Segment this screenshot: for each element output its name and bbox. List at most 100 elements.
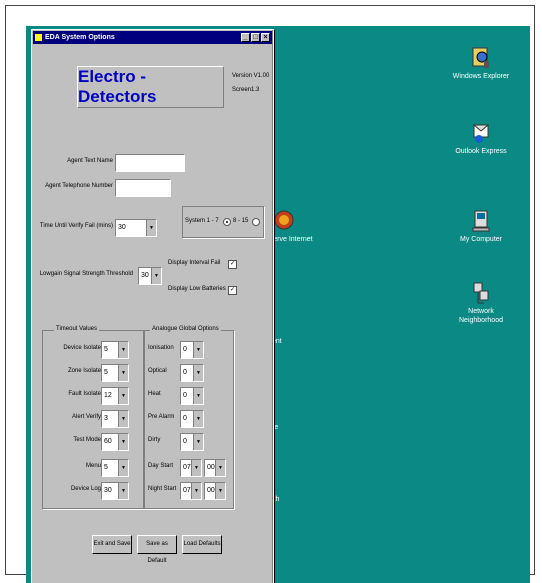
timeout-select[interactable]: 5 ▼ — [101, 459, 129, 477]
agent-telephone-label: Agent Telephone Number — [45, 183, 113, 189]
timeout-label: Test Mode — [73, 437, 101, 443]
timeout-select[interactable]: 3 ▼ — [101, 410, 129, 428]
timeout-select[interactable]: 12 ▼ — [101, 387, 129, 405]
timeout-select[interactable]: 30 ▼ — [101, 482, 129, 500]
timeout-select[interactable]: 60 ▼ — [101, 433, 129, 451]
exit-save-button[interactable]: Exit and Save — [92, 535, 132, 554]
analogue-label: Heat — [148, 391, 161, 397]
agent-telephone-input[interactable] — [115, 179, 171, 197]
agent-text-name-input[interactable] — [115, 154, 185, 172]
night-start-label: Night Start — [148, 486, 177, 492]
analogue-options-title: Analogue Global Options — [150, 326, 221, 332]
night-start-hour: 07 — [183, 487, 191, 494]
chevron-down-icon: ▼ — [215, 460, 225, 476]
timeout-values-title: Timeout Values — [54, 326, 100, 332]
system-8-15-radio[interactable] — [252, 218, 260, 226]
timeout-label: Alert Verify — [71, 414, 101, 420]
desktop-icon-explorer[interactable]: Windows Explorer — [451, 46, 511, 81]
screenshot-frame: Windows Explorer Outlook Express My Comp… — [5, 5, 535, 583]
timeout-value: 12 — [104, 392, 112, 399]
chevron-down-icon: ▼ — [193, 411, 203, 427]
timeout-value: 5 — [104, 346, 108, 353]
chevron-down-icon: ▼ — [146, 220, 156, 236]
load-defaults-button[interactable]: Load Defaults — [182, 535, 222, 554]
system-1-7-label: System 1 - 7 — [185, 218, 219, 224]
night-start-hour-select[interactable]: 07 ▼ — [180, 482, 202, 500]
system-1-7-radio[interactable] — [223, 218, 231, 226]
display-interval-fail-label: Display Interval Fail — [168, 260, 221, 266]
timeout-label: Fault Isolate — [68, 391, 101, 397]
close-button[interactable]: × — [261, 33, 270, 42]
lowgain-threshold-select[interactable]: 30 ▼ — [138, 267, 162, 285]
night-start-minute-select[interactable]: 00 ▼ — [204, 482, 226, 500]
chevron-down-icon: ▼ — [118, 460, 128, 476]
desktop: Windows Explorer Outlook Express My Comp… — [26, 26, 530, 583]
network-icon — [473, 282, 489, 304]
lowgain-threshold-value: 30 — [141, 272, 149, 279]
chevron-down-icon: ▼ — [118, 365, 128, 381]
night-start-minute: 00 — [207, 487, 215, 494]
chevron-down-icon: ▼ — [151, 268, 161, 284]
desktop-icon-outlook[interactable]: Outlook Express — [451, 121, 511, 156]
analogue-select[interactable]: 0 ▼ — [180, 387, 204, 405]
freeserve-icon — [274, 210, 294, 230]
analogue-select[interactable]: 0 ▼ — [180, 364, 204, 382]
display-interval-fail-checkbox[interactable]: ✓ — [228, 260, 237, 269]
window-title: EDA System Options — [45, 34, 115, 41]
analogue-select[interactable]: 0 ▼ — [180, 433, 204, 451]
timeout-select[interactable]: 5 ▼ — [101, 364, 129, 382]
desktop-icon-label: Outlook Express — [455, 148, 507, 155]
chevron-down-icon: ▼ — [118, 434, 128, 450]
minimize-button[interactable]: _ — [241, 33, 250, 42]
chevron-down-icon: ▼ — [191, 483, 201, 499]
analogue-value: 0 — [183, 392, 187, 399]
system-8-15-label: 8 - 15 — [233, 218, 249, 224]
timeout-label: Menu — [85, 463, 101, 469]
lowgain-threshold-label: Lowgain Signal Strength Threshold — [39, 271, 133, 277]
screen-label: Screen1.3 — [232, 87, 260, 93]
verify-fail-value: 30 — [118, 224, 126, 231]
analogue-value: 0 — [183, 438, 187, 445]
display-low-batteries-checkbox[interactable]: ✓ — [228, 286, 237, 295]
verify-fail-select[interactable]: 30 ▼ — [115, 219, 157, 237]
agent-text-name-label: Agent Text Name — [67, 158, 113, 164]
day-start-hour-select[interactable]: 07 ▼ — [180, 459, 202, 477]
app-icon — [35, 34, 42, 41]
analogue-label: Pre Alarm — [148, 414, 175, 420]
desktop-icon-label: Network Neighborhood — [459, 308, 503, 324]
desktop-icon-network[interactable]: Network Neighborhood — [451, 281, 511, 325]
chevron-down-icon: ▼ — [193, 342, 203, 358]
chevron-down-icon: ▼ — [118, 342, 128, 358]
computer-icon — [472, 210, 490, 232]
day-start-minute-select[interactable]: 00 ▼ — [204, 459, 226, 477]
chevron-down-icon: ▼ — [193, 388, 203, 404]
timeout-value: 3 — [104, 415, 108, 422]
analogue-label: Optical — [148, 368, 167, 374]
analogue-label: Ionisation — [148, 345, 174, 351]
day-start-hour: 07 — [183, 464, 191, 471]
chevron-down-icon: ▼ — [193, 434, 203, 450]
analogue-select[interactable]: 0 ▼ — [180, 410, 204, 428]
analogue-value: 0 — [183, 415, 187, 422]
timeout-label: Device Log — [70, 486, 101, 492]
chevron-down-icon: ▼ — [193, 365, 203, 381]
timeout-value: 5 — [104, 464, 108, 471]
chevron-down-icon: ▼ — [118, 483, 128, 499]
maximize-button[interactable]: □ — [251, 33, 260, 42]
desktop-icon-my-computer[interactable]: My Computer — [451, 209, 511, 244]
version-label: Version V1.00 — [232, 73, 270, 79]
analogue-label: Dirty — [148, 437, 161, 443]
timeout-label: Zone Isolate — [67, 368, 101, 374]
chevron-down-icon: ▼ — [215, 483, 225, 499]
desktop-icon-label: Windows Explorer — [452, 73, 510, 80]
window-title-bar[interactable]: EDA System Options _ □ × — [33, 31, 272, 44]
chevron-down-icon: ▼ — [191, 460, 201, 476]
day-start-minute: 00 — [207, 464, 215, 471]
verify-fail-label: Time Until Verify Fail (mins) — [39, 223, 113, 229]
analogue-select[interactable]: 0 ▼ — [180, 341, 204, 359]
timeout-value: 60 — [104, 438, 112, 445]
save-default-button[interactable]: Save as Default — [137, 535, 177, 564]
timeout-select[interactable]: 5 ▼ — [101, 341, 129, 359]
timeout-label: Device Isolate — [63, 345, 101, 351]
timeout-value: 30 — [104, 487, 112, 494]
